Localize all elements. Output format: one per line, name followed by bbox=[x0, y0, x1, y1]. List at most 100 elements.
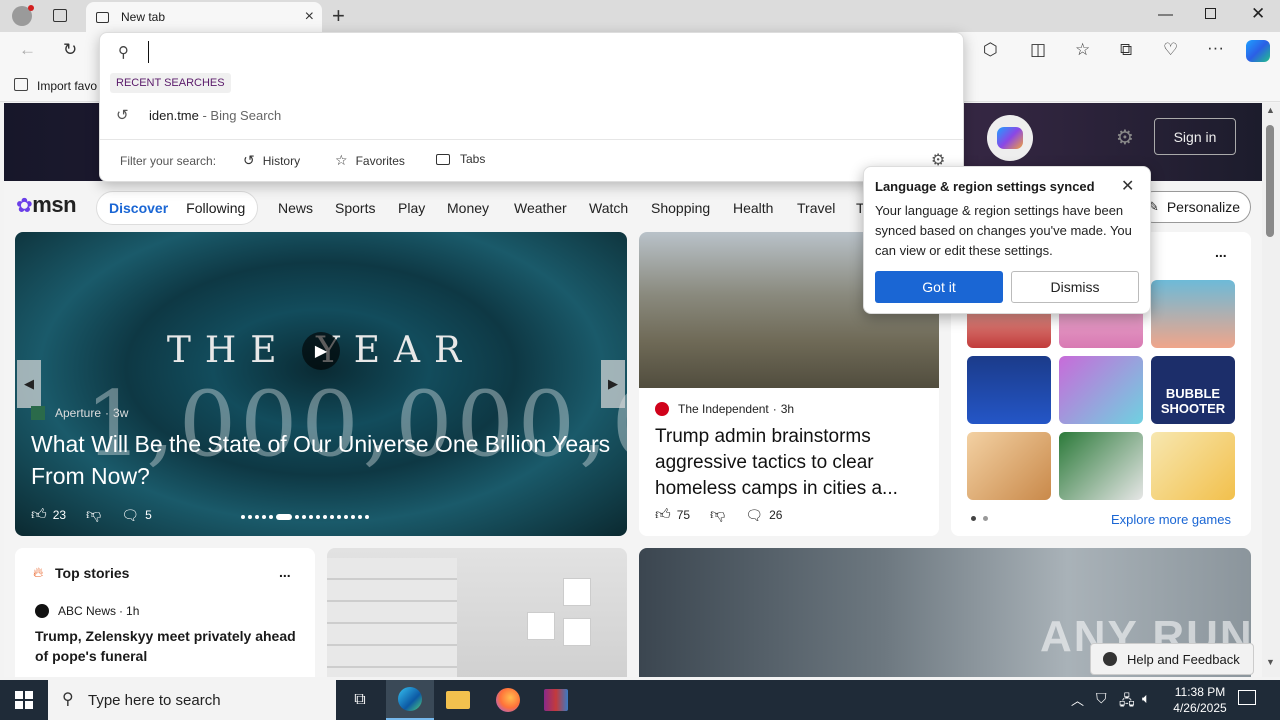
filter-history[interactable]: ↺ History bbox=[243, 152, 300, 169]
start-button[interactable] bbox=[0, 680, 48, 720]
game-tile[interactable] bbox=[967, 356, 1051, 424]
refresh-icon[interactable]: ↻ bbox=[63, 40, 77, 60]
favorites-icon[interactable]: ☆ bbox=[1075, 40, 1090, 60]
copilot-toolbar-icon[interactable] bbox=[1246, 40, 1270, 62]
carousel-next-button[interactable]: ▶ bbox=[601, 360, 625, 408]
tabs-icon bbox=[436, 153, 450, 165]
hero-comments: 5 bbox=[145, 508, 152, 522]
tab-discover[interactable]: Discover bbox=[109, 200, 168, 216]
system-clock[interactable]: 11:38 PM 4/26/2025 bbox=[1160, 684, 1240, 716]
nav-health[interactable]: Health bbox=[733, 200, 773, 216]
news-source: The Independent bbox=[678, 402, 769, 416]
import-favorites-link[interactable]: Import favo bbox=[37, 79, 97, 93]
play-icon[interactable]: ▶ bbox=[302, 332, 340, 370]
split-screen-icon[interactable]: ◫ bbox=[1030, 40, 1046, 60]
nav-weather[interactable]: Weather bbox=[514, 200, 567, 216]
security-tray-icon[interactable]: ⛉ bbox=[1096, 690, 1107, 707]
address-input[interactable] bbox=[148, 41, 928, 63]
network-icon[interactable]: 🖧︎ bbox=[1119, 690, 1135, 714]
game-tile-bubble-shooter[interactable]: BUBBLE SHOOTER bbox=[1151, 356, 1235, 424]
page-scrollbar[interactable]: ▲ ▼ bbox=[1262, 103, 1280, 677]
carousel-prev-button[interactable]: ◀ bbox=[17, 360, 41, 408]
nav-sports[interactable]: Sports bbox=[335, 200, 375, 216]
device-box bbox=[563, 578, 591, 606]
dislike-icon[interactable]: 👎︎ bbox=[710, 506, 725, 524]
nav-shopping[interactable]: Shopping bbox=[651, 200, 710, 216]
like-icon[interactable]: 👍︎ bbox=[31, 506, 47, 524]
personalize-label: Personalize bbox=[1166, 199, 1240, 215]
filter-favorites[interactable]: ☆ Favorites bbox=[335, 152, 405, 169]
history-icon: ↺ bbox=[116, 107, 129, 124]
restore-button[interactable] bbox=[1205, 8, 1216, 19]
got-it-button[interactable]: Got it bbox=[875, 271, 1003, 303]
nav-watch[interactable]: Watch bbox=[589, 200, 628, 216]
nav-news[interactable]: News bbox=[278, 200, 313, 216]
language-sync-popup: Language & region settings synced ✕ Your… bbox=[863, 166, 1151, 314]
top-stories-header[interactable]: Top stories bbox=[55, 565, 129, 581]
filter-tabs[interactable]: Tabs bbox=[436, 152, 485, 166]
scroll-up-arrow[interactable]: ▲ bbox=[1266, 105, 1275, 115]
personalize-button[interactable]: ✎ Personalize bbox=[1137, 191, 1251, 223]
pager-dots[interactable] bbox=[971, 516, 991, 522]
file-explorer-icon[interactable] bbox=[434, 680, 482, 720]
popup-title: Language & region settings synced bbox=[875, 179, 1095, 194]
new-tab-button[interactable]: + bbox=[332, 3, 345, 29]
filter-history-label: History bbox=[262, 153, 301, 168]
game-tile[interactable] bbox=[967, 432, 1051, 500]
scroll-thumb[interactable] bbox=[1266, 125, 1274, 237]
tab-following[interactable]: Following bbox=[186, 200, 245, 216]
edge-taskbar-icon[interactable] bbox=[386, 680, 434, 720]
comment-icon[interactable]: 🗨︎ bbox=[745, 507, 763, 524]
settings-icon[interactable]: ⚙ bbox=[1116, 125, 1134, 150]
comment-icon[interactable]: 🗨︎ bbox=[121, 507, 139, 524]
msn-logo-text: msn bbox=[32, 192, 77, 217]
nav-money[interactable]: Money bbox=[447, 200, 489, 216]
close-window-button[interactable]: ✕ bbox=[1251, 4, 1265, 24]
scroll-down-arrow[interactable]: ▼ bbox=[1266, 657, 1275, 667]
game-tile[interactable] bbox=[1151, 280, 1235, 348]
ad-image-card[interactable] bbox=[327, 548, 627, 677]
top-story-source-row: ABC News · 1h bbox=[35, 604, 139, 618]
winrar-icon[interactable] bbox=[532, 680, 580, 720]
performance-icon[interactable]: ♡ bbox=[1163, 40, 1178, 60]
help-feedback-button[interactable]: Help and Feedback bbox=[1090, 643, 1254, 675]
top-story-headline[interactable]: Trump, Zelenskyy meet privately ahead of… bbox=[35, 626, 305, 666]
msn-logo[interactable]: ✿msn bbox=[16, 192, 77, 218]
more-menu-icon[interactable]: ··· bbox=[1207, 38, 1224, 58]
notification-center-icon[interactable] bbox=[1238, 690, 1256, 705]
game-tile[interactable] bbox=[1059, 356, 1143, 424]
explore-more-games-link[interactable]: Explore more games bbox=[1111, 512, 1231, 527]
hero-story-card[interactable]: THE YEAR 1,000,000,000 ▶ ◀ ▶ Aperture · … bbox=[15, 232, 627, 536]
news-title[interactable]: Trump admin brainstorms aggressive tacti… bbox=[655, 424, 927, 502]
game-tile[interactable] bbox=[1151, 432, 1235, 500]
dislike-icon[interactable]: 👎︎ bbox=[86, 506, 101, 524]
sign-in-button[interactable]: Sign in bbox=[1154, 118, 1236, 155]
games-more-button[interactable]: ... bbox=[1215, 244, 1227, 260]
show-hidden-icons[interactable]: ︿ bbox=[1071, 690, 1084, 709]
close-tab-icon[interactable]: × bbox=[305, 8, 314, 26]
top-stories-more-button[interactable]: ... bbox=[279, 564, 291, 580]
like-icon[interactable]: 👍︎ bbox=[655, 506, 671, 524]
back-icon[interactable]: ← bbox=[19, 40, 36, 60]
extensions-icon[interactable]: ⬡ bbox=[983, 40, 998, 60]
hero-title[interactable]: What Will Be the State of Our Universe O… bbox=[31, 428, 611, 492]
volume-icon[interactable]: 🔈︎ bbox=[1142, 690, 1150, 707]
news-likes: 75 bbox=[676, 508, 691, 522]
dismiss-button[interactable]: Dismiss bbox=[1011, 271, 1139, 303]
nav-play[interactable]: Play bbox=[398, 200, 425, 216]
firefox-icon[interactable] bbox=[484, 680, 532, 720]
tab-actions-icon[interactable] bbox=[53, 9, 67, 22]
carousel-dots[interactable] bbox=[241, 512, 401, 522]
popup-close-icon[interactable]: ✕ bbox=[1121, 176, 1134, 196]
minimize-button[interactable]: — bbox=[1158, 6, 1173, 23]
game-tile[interactable] bbox=[1059, 432, 1143, 500]
task-view-icon[interactable]: ⧉ bbox=[336, 680, 384, 720]
recent-search-item[interactable]: ↺ iden.tme - Bing Search bbox=[100, 101, 963, 131]
import-icon bbox=[14, 78, 28, 91]
copilot-icon[interactable] bbox=[987, 115, 1033, 161]
taskbar-search-box[interactable]: ⚲ Type here to search bbox=[48, 680, 336, 720]
news-comments: 26 bbox=[769, 508, 783, 522]
tab-new-tab[interactable]: New tab × bbox=[86, 2, 322, 32]
collections-icon[interactable]: ⧉ bbox=[1120, 40, 1132, 60]
nav-travel[interactable]: Travel bbox=[797, 200, 835, 216]
